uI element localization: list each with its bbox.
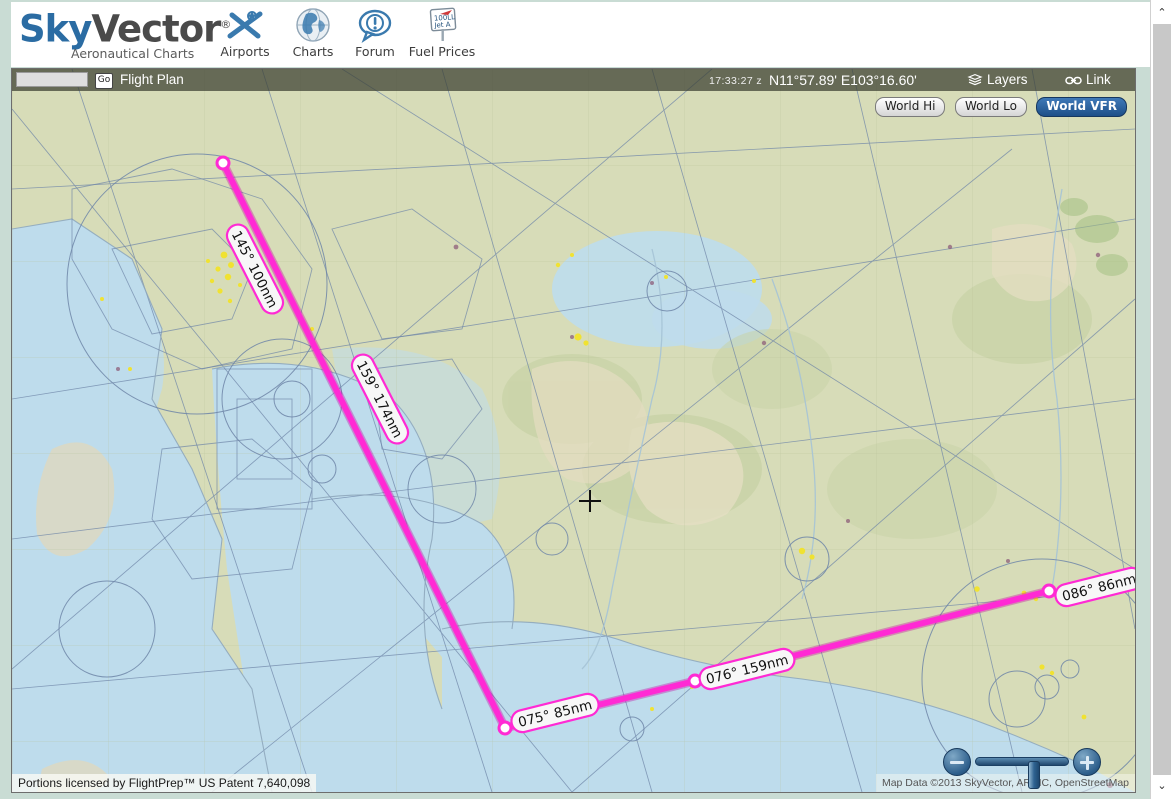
map-data-attribution: Map Data ©2013 SkyVector, ARINC, OpenStr… xyxy=(875,774,1135,792)
route-leg-label-text: 086° 86nm xyxy=(1061,571,1135,605)
route-leg-label: 159° 174nm xyxy=(350,353,410,445)
chain-link-icon xyxy=(1065,74,1082,89)
route-leg-label: 075° 85nm xyxy=(510,692,600,734)
route-leg-line xyxy=(504,678,696,731)
logo-tagline: Aeronautical Charts xyxy=(71,46,195,61)
route-leg-label-text: 159° 174nm xyxy=(353,358,406,440)
nav-item-fuel-prices[interactable]: 100LL Jet A Fuel Prices xyxy=(403,6,481,64)
zoom-slider-handle[interactable] xyxy=(1027,761,1040,789)
utc-clock: 17:33:27 z xyxy=(709,75,763,87)
site-logo[interactable]: SkyVector® Aeronautical Charts xyxy=(19,5,231,65)
route-waypoints xyxy=(215,155,1057,736)
route-leg-line xyxy=(694,588,1050,684)
scroll-down-arrow[interactable]: ⌄ xyxy=(1153,775,1171,797)
zoom-out-button[interactable] xyxy=(943,748,971,776)
logo-vector-text: Vector xyxy=(91,7,221,51)
route-leg-label-pill xyxy=(350,353,410,445)
route-leg-halo xyxy=(503,676,697,733)
route-leg-line xyxy=(220,161,508,730)
nav-item-forum[interactable]: Forum xyxy=(339,6,411,64)
crosshair-cursor xyxy=(579,490,601,512)
route-waypoint-marker xyxy=(497,720,513,736)
route-leg-label: 076° 159nm xyxy=(698,647,796,691)
route-leg-halo xyxy=(693,586,1051,686)
layers-label: Layers xyxy=(987,72,1028,87)
route-leg-label-pill xyxy=(510,692,600,734)
route-leg-halo xyxy=(218,160,510,731)
nav-label-airports: Airports xyxy=(220,44,270,59)
site-header: SkyVector® Aeronautical Charts Airports xyxy=(11,2,1150,67)
zoom-in-button[interactable] xyxy=(1073,748,1101,776)
plus-icon-vertical xyxy=(1085,755,1089,770)
flight-plan-go-button[interactable]: Go xyxy=(95,73,113,89)
map-terrain-layer xyxy=(12,69,1135,792)
route-waypoint-marker xyxy=(687,673,703,689)
route-leg-labels: 145° 100nm 159° 174nm 075° 85nm 076° 159nm 0… xyxy=(225,223,1135,734)
route-waypoint-marker xyxy=(1041,583,1057,599)
route-leg-label-pill xyxy=(698,647,796,691)
svg-text:Jet A: Jet A xyxy=(433,20,451,29)
flight-plan-label[interactable]: Flight Plan xyxy=(120,72,184,87)
nav-label-fuel-prices: Fuel Prices xyxy=(408,44,476,59)
airport-runways-icon xyxy=(209,6,281,44)
map-canvas[interactable]: Go Flight Plan 17:33:27 z N11°57.89' E10… xyxy=(12,69,1135,792)
zoom-control xyxy=(943,746,1101,789)
route-leg-label-pill xyxy=(1054,566,1135,608)
fuel-sign-icon: 100LL Jet A xyxy=(403,6,481,44)
skyvector-app: SkyVector® Aeronautical Charts Airports xyxy=(0,0,1173,799)
cursor-coordinates: N11°57.89' E103°16.60' xyxy=(769,72,917,88)
route-lines xyxy=(218,160,1051,733)
nav-label-forum: Forum xyxy=(355,44,395,59)
flight-plan-input[interactable] xyxy=(16,72,88,87)
route-waypoint-marker xyxy=(215,155,231,171)
nav-item-airports[interactable]: Airports xyxy=(209,6,281,64)
chart-type-world-lo[interactable]: World Lo xyxy=(954,97,1027,117)
link-button[interactable]: Link xyxy=(1065,72,1111,89)
chart-type-world-hi[interactable]: World Hi xyxy=(874,97,946,117)
link-label: Link xyxy=(1086,72,1111,87)
minus-icon xyxy=(950,761,964,764)
map-frame: Go Flight Plan 17:33:27 z N11°57.89' E10… xyxy=(11,68,1136,793)
layers-button[interactable]: Layers xyxy=(967,72,1028,89)
route-leg-label-pill xyxy=(225,223,285,315)
logo-wordmark: SkyVector® xyxy=(19,5,231,51)
flight-route-layer: 145° 100nm 159° 174nm 075° 85nm 076° 159nm 0… xyxy=(215,155,1135,736)
scroll-up-arrow[interactable]: ⌃ xyxy=(1153,2,1171,24)
route-leg-label: 086° 86nm xyxy=(1054,566,1135,608)
license-attribution: Portions licensed by FlightPrep™ US Pate… xyxy=(12,774,317,792)
chart-type-world-vfr[interactable]: World VFR xyxy=(1036,97,1127,117)
map-toolbar: Go Flight Plan 17:33:27 z N11°57.89' E10… xyxy=(12,69,1135,91)
route-leg-label-text: 076° 159nm xyxy=(704,652,790,688)
page-scrollbar[interactable]: ⌃ ⌄ xyxy=(1150,0,1173,799)
route-leg-label-text: 075° 85nm xyxy=(517,697,594,731)
speech-bubble-icon xyxy=(339,6,411,44)
route-leg-label: 145° 100nm xyxy=(225,223,285,315)
zoom-slider-track[interactable] xyxy=(975,757,1069,789)
scrollbar-track[interactable] xyxy=(1153,24,1171,775)
logo-sky-text: Sky xyxy=(19,7,92,51)
chart-type-button-group: World Hi World Lo World VFR xyxy=(870,97,1127,117)
layers-icon xyxy=(967,73,983,89)
route-leg-label-text: 145° 100nm xyxy=(228,228,281,310)
